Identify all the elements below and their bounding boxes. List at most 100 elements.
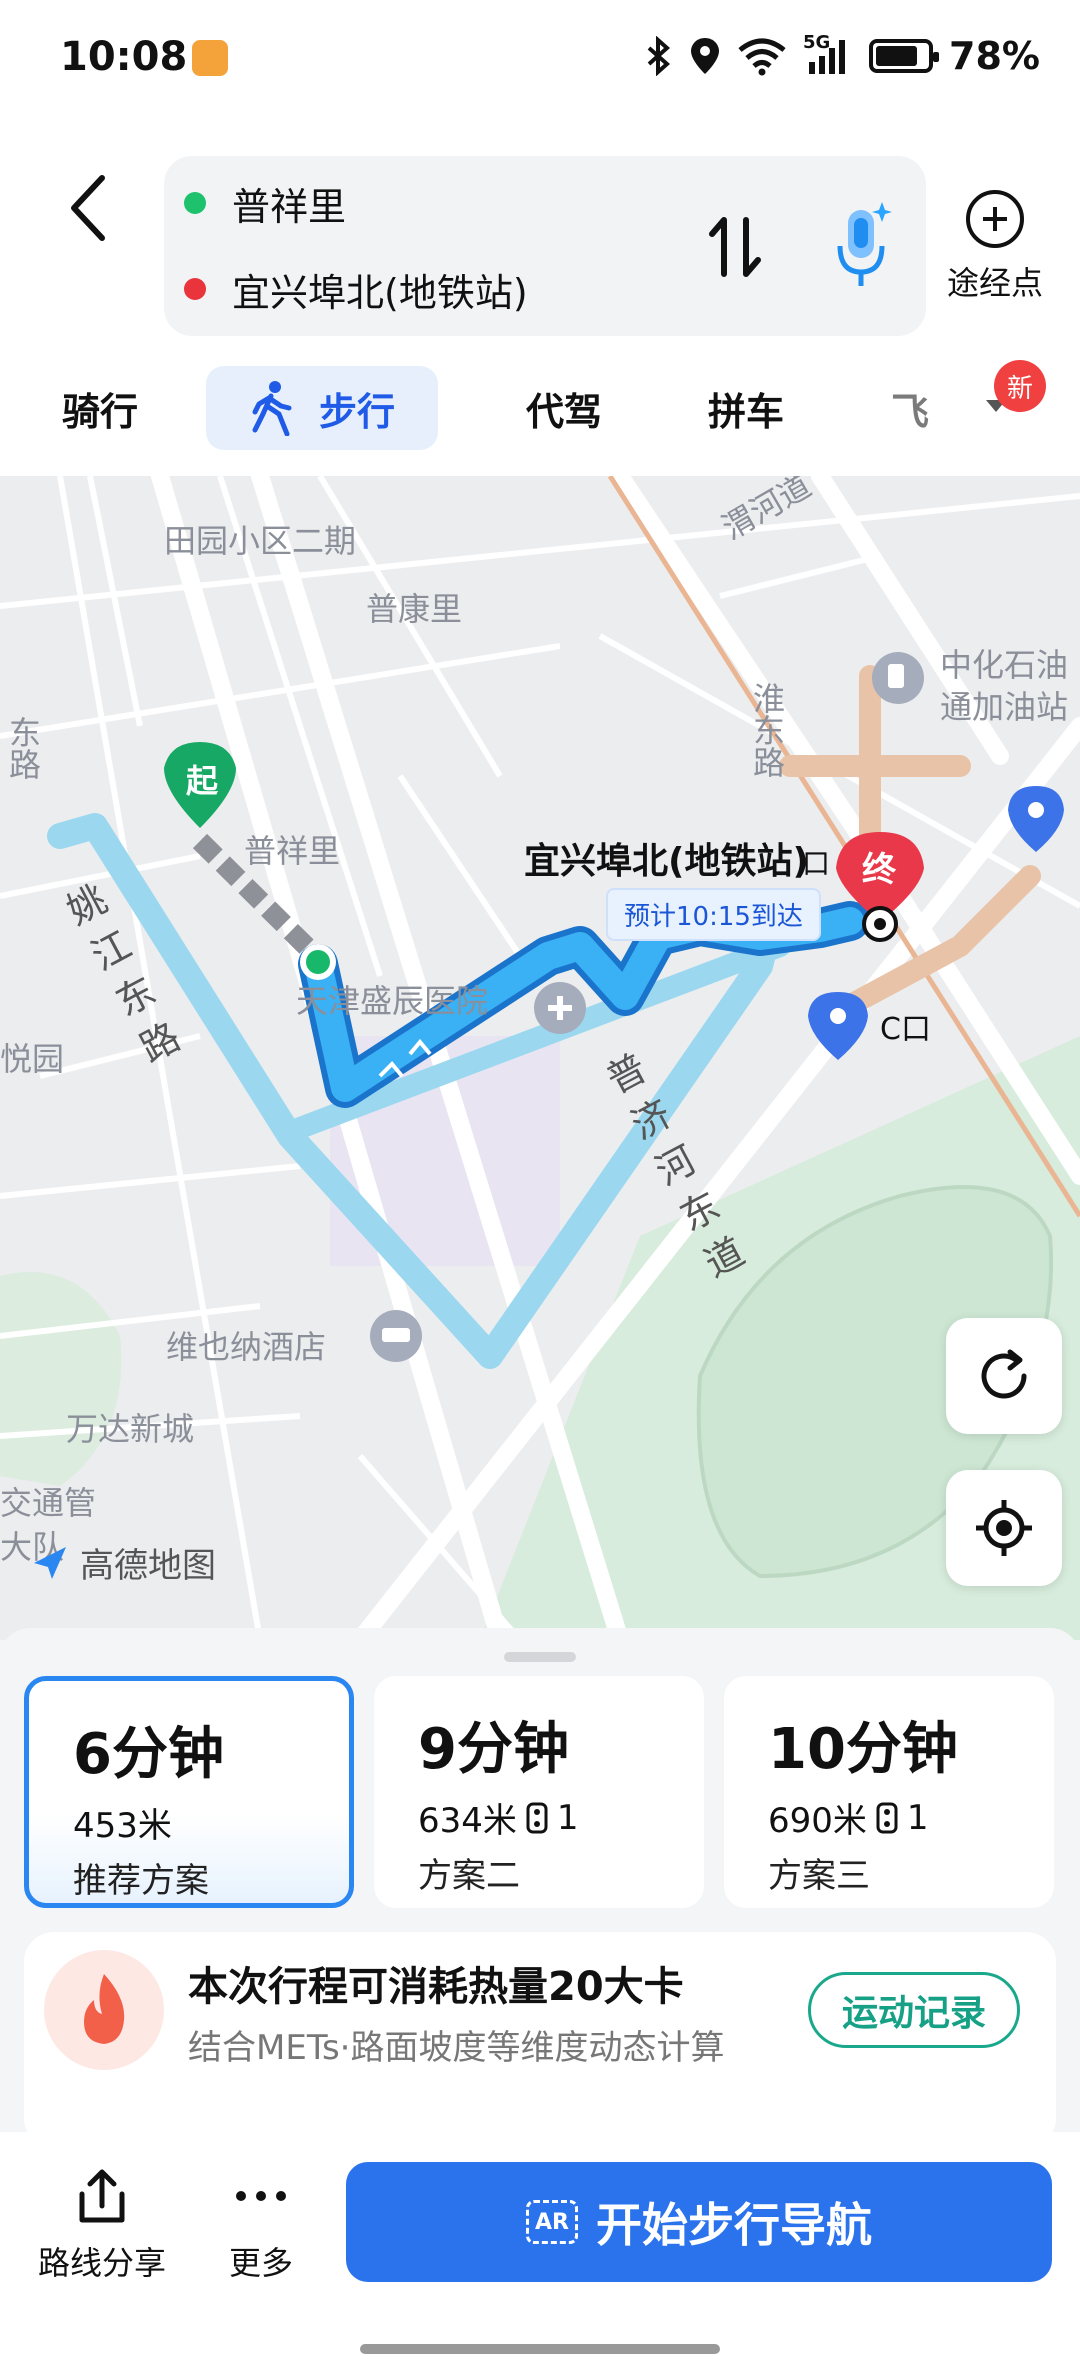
refresh-icon [981, 1349, 1027, 1399]
fire-icon [84, 1974, 125, 2044]
calorie-subtitle: 结合METs·路面坡度等维度动态计算 [188, 2028, 725, 2068]
map-label-huaidong: 淮东路 [748, 682, 786, 778]
tab-carpool[interactable]: 拼车 [686, 366, 806, 450]
plan-name: 推荐方案 [73, 1861, 209, 1901]
plan-distance-row: 634米 1 [418, 1793, 660, 1842]
map-label-dongroad: 东路 [4, 716, 42, 780]
map-label-hospital: 天津盛辰医院 [296, 982, 489, 1020]
battery-icon [869, 39, 940, 73]
map-label-exit-c: C口 [880, 1012, 931, 1047]
swap-icon[interactable] [706, 212, 766, 282]
tab-cycling-label: 骑行 [61, 389, 138, 434]
traffic-light-icon [526, 1802, 548, 1833]
destination-text: 宜兴埠北(地铁站) [232, 270, 528, 315]
amap-logo-text: 高德地图 [80, 1546, 216, 1586]
tab-walking[interactable]: 步行 [206, 366, 438, 450]
eta-label: 预计10:15到达 [606, 888, 821, 941]
voice-mic-icon[interactable] [832, 196, 892, 292]
status-icons: 5G 78% [643, 32, 1040, 78]
route-sheet: 6分钟 453米 推荐方案 9分钟 634米 1 方案二 10分钟 690米 1… [0, 1628, 1080, 2148]
calorie-title: 本次行程可消耗热量20大卡 [188, 1964, 684, 2010]
origin-dot [184, 192, 206, 214]
destination-dot [184, 278, 206, 300]
battery-level: 78% [949, 34, 1040, 78]
location-icon [691, 38, 720, 74]
share-icon [79, 2169, 125, 2223]
waypoint-label: 途经点 [946, 264, 1043, 302]
route-header: 普祥里 宜兴埠北(地铁站) 途经点 [0, 120, 1080, 340]
ar-icon: AR [526, 2200, 578, 2244]
map-label-wanda: 万达新城 [66, 1410, 195, 1448]
back-icon[interactable] [60, 168, 120, 248]
origin-field[interactable]: 普祥里 [184, 168, 346, 238]
tab-chauffeur-label: 代驾 [525, 389, 602, 434]
waypoint-button[interactable]: 途经点 [930, 190, 1060, 304]
map-label-puxiangli: 普祥里 [244, 832, 341, 870]
amap-logo-icon [34, 1546, 66, 1579]
tab-chauffeur[interactable]: 代驾 [504, 366, 624, 450]
end-marker-label: 终 [862, 850, 896, 890]
start-walking-navigation-button[interactable]: AR 开始步行导航 [346, 2162, 1052, 2282]
plan-distance: 690米 [768, 1801, 867, 1841]
route-input-box: 普祥里 宜兴埠北(地铁站) [164, 156, 926, 336]
plan-distance: 634米 [418, 1801, 517, 1841]
map-view[interactable]: 田园小区二期 普康里 渭河道 中化石油 通加油站 淮东路 东路 起 普祥里 宜兴… [0, 476, 1080, 1640]
route-plan-1[interactable]: 6分钟 453米 推荐方案 [24, 1676, 354, 1908]
map-label-exit-b: 口 [802, 847, 831, 880]
home-indicator [360, 2344, 720, 2354]
tab-walking-label: 步行 [318, 389, 395, 434]
route-plans: 6分钟 453米 推荐方案 9分钟 634米 1 方案二 10分钟 690米 1… [24, 1676, 1056, 1908]
start-marker-label: 起 [186, 762, 219, 800]
map-label-sinopec-1: 中化石油 [940, 646, 1069, 684]
travel-mode-tabs: 骑行 步行 代驾 拼车 飞 新 [0, 340, 1080, 476]
bottom-action-bar: 路线分享 更多 AR 开始步行导航 [0, 2132, 1080, 2376]
more-button[interactable]: 更多 [196, 2166, 326, 2284]
map-label-yuelyuan: 悦园 [0, 1040, 65, 1078]
refresh-button[interactable] [946, 1318, 1062, 1434]
exercise-record-button[interactable]: 运动记录 [808, 1972, 1020, 2048]
share-route-label: 路线分享 [37, 2244, 166, 2282]
start-navigation-label: 开始步行导航 [596, 2198, 872, 2252]
destination-field[interactable]: 宜兴埠北(地铁站) [184, 254, 528, 324]
amap-logo: 高德地图 [30, 1538, 216, 1587]
plan-distance-row: 690米 1 [768, 1793, 1010, 1842]
map-label-tianyuan: 田园小区二期 [164, 522, 357, 560]
plan-name: 方案三 [768, 1856, 870, 1896]
bluetooth-icon [647, 36, 671, 76]
plan-lights: 1 [556, 1797, 579, 1838]
map-label-jiaotong-1: 交通管 [0, 1484, 97, 1522]
route-plan-2[interactable]: 9分钟 634米 1 方案二 [374, 1676, 704, 1908]
fire-icon-wrap [44, 1950, 164, 2070]
sheet-drag-handle[interactable] [504, 1652, 576, 1662]
plan-time: 9分钟 [418, 1717, 569, 1782]
more-dots-icon [236, 2191, 286, 2201]
map-label-sinopec-2: 通加油站 [940, 688, 1069, 726]
calorie-card: 本次行程可消耗热量20大卡 结合METs·路面坡度等维度动态计算 运动记录 [24, 1932, 1056, 2148]
route-plan-3[interactable]: 10分钟 690米 1 方案三 [724, 1676, 1054, 1908]
locate-icon [976, 1500, 1032, 1556]
traffic-light-icon [876, 1802, 898, 1833]
more-label: 更多 [228, 2244, 293, 2282]
plan-distance-row: 453米 [73, 1798, 305, 1847]
status-bar: 10:08 5G 78% [0, 0, 1080, 120]
map-label-pukang: 普康里 [366, 590, 463, 628]
tab-cycling[interactable]: 骑行 [40, 366, 160, 450]
new-badge: 新 [994, 360, 1046, 412]
plan-time: 6分钟 [73, 1722, 224, 1787]
tab-flight-label: 飞 [890, 389, 929, 434]
locate-button[interactable] [946, 1470, 1062, 1586]
plan-distance: 453米 [73, 1806, 172, 1846]
tab-flight[interactable]: 飞 [880, 366, 940, 450]
map-label-yixing-station: 宜兴埠北(地铁站) [524, 841, 809, 882]
wifi-icon [738, 38, 786, 76]
origin-text: 普祥里 [232, 184, 347, 229]
share-route-button[interactable]: 路线分享 [36, 2166, 168, 2284]
cellular-icon: 5G [803, 32, 853, 76]
plan-lights: 1 [906, 1797, 929, 1838]
walking-person-icon [252, 381, 292, 436]
app-notification-icon [192, 40, 228, 76]
tab-carpool-label: 拼车 [707, 389, 784, 434]
plan-time: 10分钟 [768, 1717, 958, 1782]
map-label-vienna-hotel: 维也纳酒店 [166, 1328, 327, 1366]
plan-name: 方案二 [418, 1856, 520, 1896]
